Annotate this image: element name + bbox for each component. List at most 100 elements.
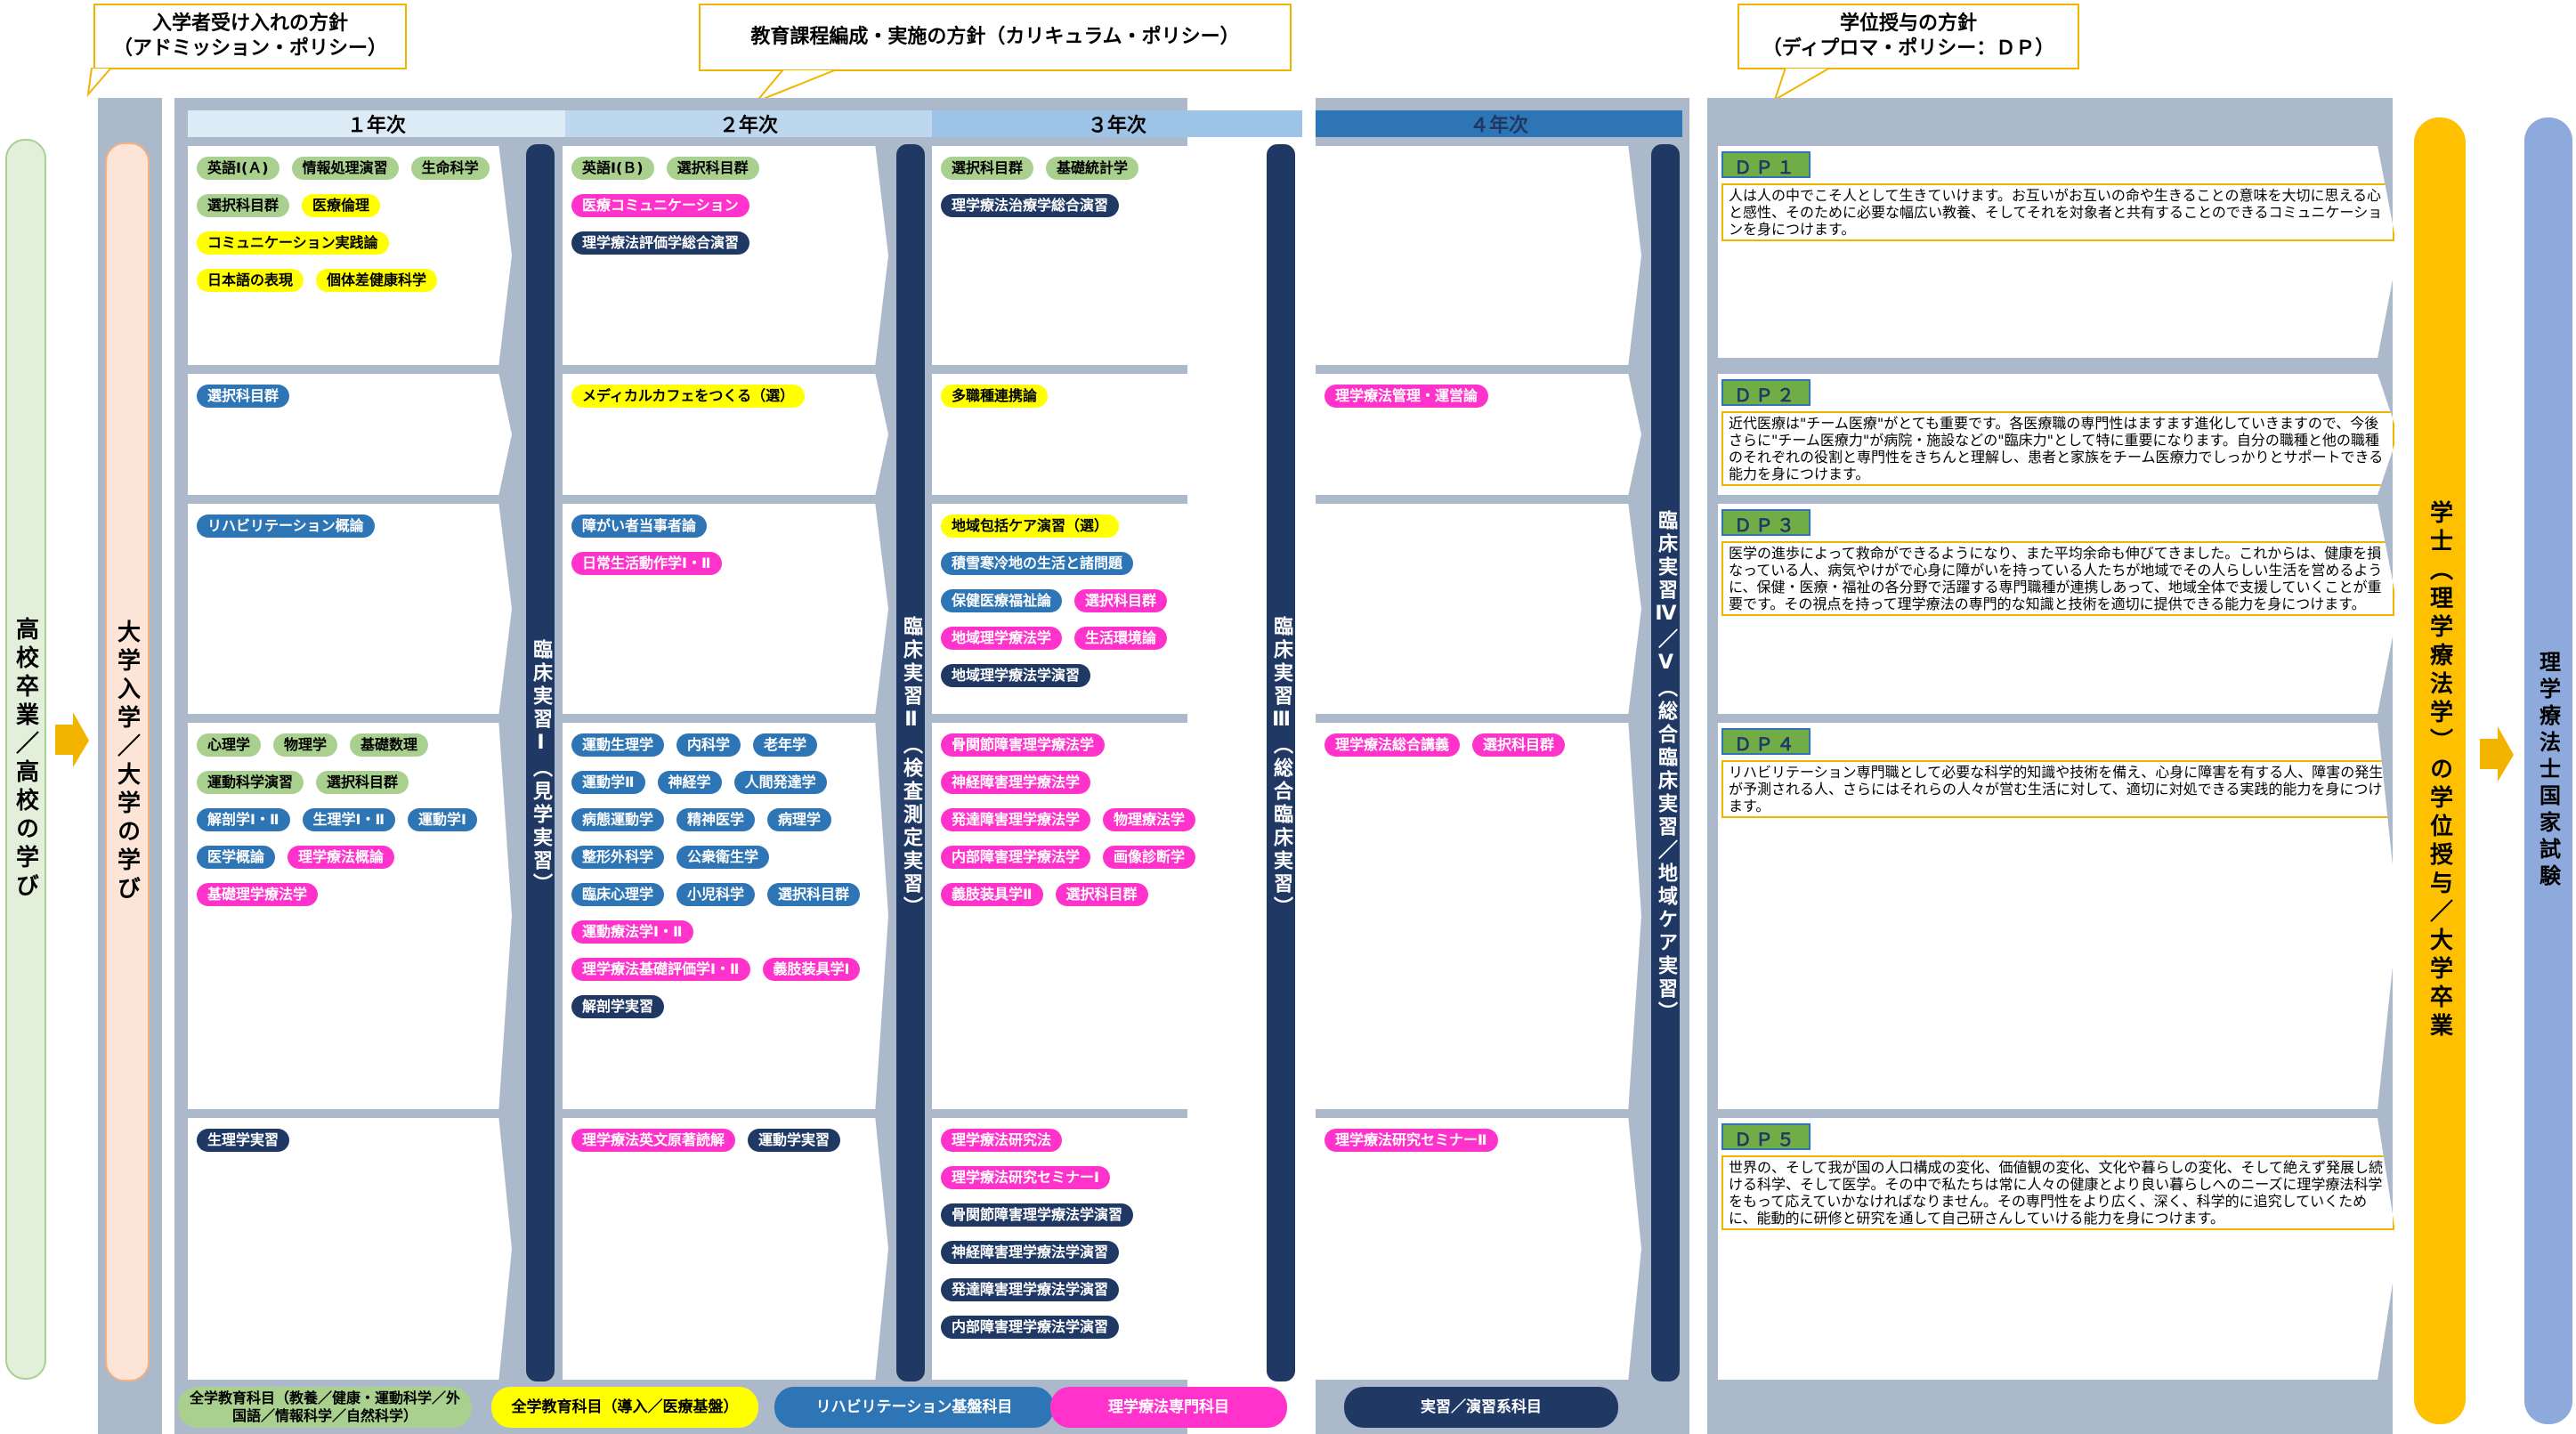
grid-cell-y3-row4: 骨関節障害理学療法学 神経障害理学療法学 発達障害理学療法学 物理療法学 内部障害理学療… <box>932 723 1258 1109</box>
arrow-right-icon <box>2480 726 2514 782</box>
dp-tag: ＤＰ５ <box>1721 1123 1810 1150</box>
course-pill: 運動科学演習 <box>197 771 304 794</box>
course-pill: 運動学実習 <box>748 1129 841 1152</box>
course-pill: 多職種連携論 <box>941 385 1049 408</box>
course-pill: 発達障害理学療法学 <box>941 808 1091 831</box>
course-pill: 物理療法学 <box>1103 808 1196 831</box>
legend-navy: 実習／演習系科目 <box>1344 1387 1618 1428</box>
course-pill: 障がい者当事者論 <box>571 514 708 538</box>
year3-header: ３年次 <box>932 110 1302 137</box>
course-pill: 積雪寒冷地の生活と諸問題 <box>941 552 1134 575</box>
dp-tag: ＤＰ２ <box>1721 379 1810 406</box>
grid-cell-y1-row2: 選択科目群 <box>188 374 512 495</box>
course-pill: 理学療法総合講義 <box>1324 733 1461 757</box>
course-pill: 運動学Ⅰ <box>408 808 477 831</box>
highschool-pill: 高校卒業／高校の学び <box>5 139 46 1380</box>
admission-pointer <box>86 68 113 98</box>
grid-cell-y1-row3: リハビリテーション概論 <box>188 504 512 714</box>
course-pill: 医療倫理 <box>302 194 381 217</box>
admission-policy-callout: 入学者受け入れの方針 （アドミッション・ポリシー） <box>93 4 407 69</box>
course-pill: 医療コミュニケーション <box>571 194 749 217</box>
year4-header: ４年次 <box>1316 110 1682 137</box>
dp-cell-3: ＤＰ３ 医学の進歩によって救命ができるようになり、また平均余命も伸びてきました。こ… <box>1718 504 2398 714</box>
course-pill: 英語Ⅰ(Ｂ) <box>571 157 654 180</box>
grid-cell-y2-row5: 理学療法英文原著読解 運動学実習 <box>563 1118 888 1380</box>
course-pill: 理学療法管理・運営論 <box>1324 385 1489 408</box>
course-pill: 選択科目群 <box>767 883 861 906</box>
grid-cell-y1-row4: 心理学 物理学 基礎数理 運動科学演習 選択科目群 解剖学Ⅰ・Ⅱ 生理学Ⅰ・Ⅱ 運動学Ⅰ 医学概… <box>188 723 512 1109</box>
dp-cell-5: ＤＰ５ 世界の、そして我が国の人口構成の変化、価値観の変化、文化や暮らしの変化、そ… <box>1718 1118 2398 1380</box>
legend-blue: リハビリテーション基盤科目 <box>774 1387 1054 1428</box>
course-pill: 画像診断学 <box>1103 846 1196 869</box>
course-pill: 生理学実習 <box>197 1129 290 1152</box>
course-pill: 選択科目群 <box>1472 733 1566 757</box>
course-pill: 日常生活動作学Ⅰ・Ⅱ <box>571 552 722 575</box>
course-pill: メディカルカフェをつくる（選） <box>571 385 806 408</box>
course-pill: 神経障害理学療法学 <box>941 771 1091 794</box>
course-pill: 神経障害理学療法学演習 <box>941 1241 1120 1264</box>
course-pill: 理学療法概論 <box>288 846 395 869</box>
course-pill: 理学療法評価学総合演習 <box>571 231 750 255</box>
course-pill: 理学療法英文原著読解 <box>571 1129 736 1152</box>
grid-cell-y2-row3: 障がい者当事者論 日常生活動作学Ⅰ・Ⅱ <box>563 504 888 714</box>
legend-yellow: 全学教育科目（導入／医療基盤） <box>491 1387 758 1428</box>
dp-cell-2: ＤＰ２ 近代医療は"チーム医療"がとても重要です。各医療職の専門性はますます進化し… <box>1718 374 2398 495</box>
course-pill: 発達障害理学療法学演習 <box>941 1278 1120 1301</box>
legend-pink: 理学療法専門科目 <box>1050 1387 1287 1428</box>
course-pill: 基礎統計学 <box>1046 157 1139 180</box>
year1-header: １年次 <box>188 110 565 137</box>
dp-cell-1: ＤＰ１ 人は人の中でこそ人として生きていけます。お互いがお互いの命や生きることの意… <box>1718 146 2398 358</box>
diploma-policy-callout: 学位授与の方針 （ディプロマ・ポリシー：ＤＰ） <box>1738 4 2079 69</box>
course-pill: 生理学Ⅰ・Ⅱ <box>302 808 395 831</box>
course-pill: 人間発達学 <box>733 771 827 794</box>
dp-text: 世界の、そして我が国の人口構成の変化、価値観の変化、文化や暮らしの変化、そして絶… <box>1721 1155 2394 1230</box>
practicum-3-bar: 臨床実習Ⅲ（総合臨床実習） <box>1267 144 1295 1381</box>
course-pill: 内部障害理学療法学 <box>941 846 1091 869</box>
year2-header: ２年次 <box>565 110 932 137</box>
grid-cell-y4-row2: 理学療法管理・運営論 <box>1316 374 1641 495</box>
course-pill: リハビリテーション概論 <box>197 514 375 538</box>
course-pill: 病理学 <box>767 808 832 831</box>
course-pill: 骨関節障害理学療法学 <box>941 733 1106 757</box>
course-pill: 義肢装具学Ⅱ <box>941 883 1043 906</box>
course-pill: 地域理学療法学演習 <box>941 664 1091 687</box>
grid-cell-y4-row3 <box>1316 504 1641 714</box>
dp-tag: ＤＰ４ <box>1721 728 1810 755</box>
course-pill: 基礎数理 <box>350 733 429 757</box>
degree-pill: 学士（理学療法学）の学位授与／大学卒業 <box>2414 117 2466 1424</box>
dp-text: 人は人の中でこそ人として生きていけます。お互いがお互いの命や生きることの意味を大… <box>1721 183 2394 241</box>
course-pill: 小児科学 <box>676 883 756 906</box>
course-pill: 選択科目群 <box>1055 883 1148 906</box>
course-pill: 基礎理学療法学 <box>197 883 319 906</box>
dp-cell-4: ＤＰ４ リハビリテーション専門職として必要な科学的知識や技術を備え、心身に障害を有… <box>1718 723 2398 1109</box>
course-pill: 選択科目群 <box>197 385 290 408</box>
dp-text: リハビリテーション専門職として必要な科学的知識や技術を備え、心身に障害を有する人… <box>1721 760 2394 818</box>
grid-cell-y2-row1: 英語Ⅰ(Ｂ) 選択科目群医療コミュニケーション 理学療法評価学総合演習 <box>563 146 888 365</box>
grid-cell-y3-row5: 理学療法研究法 理学療法研究セミナーⅠ 骨関節障害理学療法学演習 神経障害理学療法学演… <box>932 1118 1258 1380</box>
course-pill: 病態運動学 <box>571 808 665 831</box>
grid-cell-y4-row4: 理学療法総合講義 選択科目群 <box>1316 723 1641 1109</box>
course-pill: 日本語の表現 <box>197 269 304 292</box>
course-pill: 解剖学Ⅰ・Ⅱ <box>197 808 290 831</box>
course-pill: 内部障害理学療法学演習 <box>941 1316 1120 1339</box>
grid-cell-y4-row5: 理学療法研究セミナーⅡ <box>1316 1118 1641 1380</box>
course-pill: 個体差健康科学 <box>316 269 438 292</box>
practicum-45-bar: 臨床実習Ⅳ／Ⅴ（総合臨床実習／地域ケア実習） <box>1651 144 1680 1381</box>
course-pill: 神経学 <box>657 771 722 794</box>
course-pill: 選択科目群 <box>1074 589 1168 612</box>
dp-tag: ＤＰ３ <box>1721 509 1810 536</box>
course-pill: 生活環境論 <box>1074 627 1168 650</box>
course-pill: 臨床心理学 <box>571 883 665 906</box>
course-pill: 選択科目群 <box>666 157 759 180</box>
course-pill: 生命科学 <box>410 157 490 180</box>
grid-cell-y4-row1 <box>1316 146 1641 365</box>
grid-cell-y1-row1: 英語Ⅰ(Ａ) 情報処理演習 生命科学 選択科目群 医療倫理 コミュニケーション実践論 日本語… <box>188 146 512 365</box>
course-pill: 解剖学実習 <box>571 995 665 1018</box>
course-pill: 地域包括ケア演習（選） <box>941 514 1120 538</box>
course-pill: 内科学 <box>676 733 741 757</box>
course-pill: 保健医療福祉論 <box>941 589 1063 612</box>
course-pill: 理学療法基礎評価学Ⅰ・Ⅱ <box>571 958 750 981</box>
grid-cell-y3-row2: 多職種連携論 <box>932 374 1258 495</box>
course-pill: 精神医学 <box>676 808 756 831</box>
dp-text: 近代医療は"チーム医療"がとても重要です。各医療職の専門性はますます進化していき… <box>1721 411 2394 486</box>
